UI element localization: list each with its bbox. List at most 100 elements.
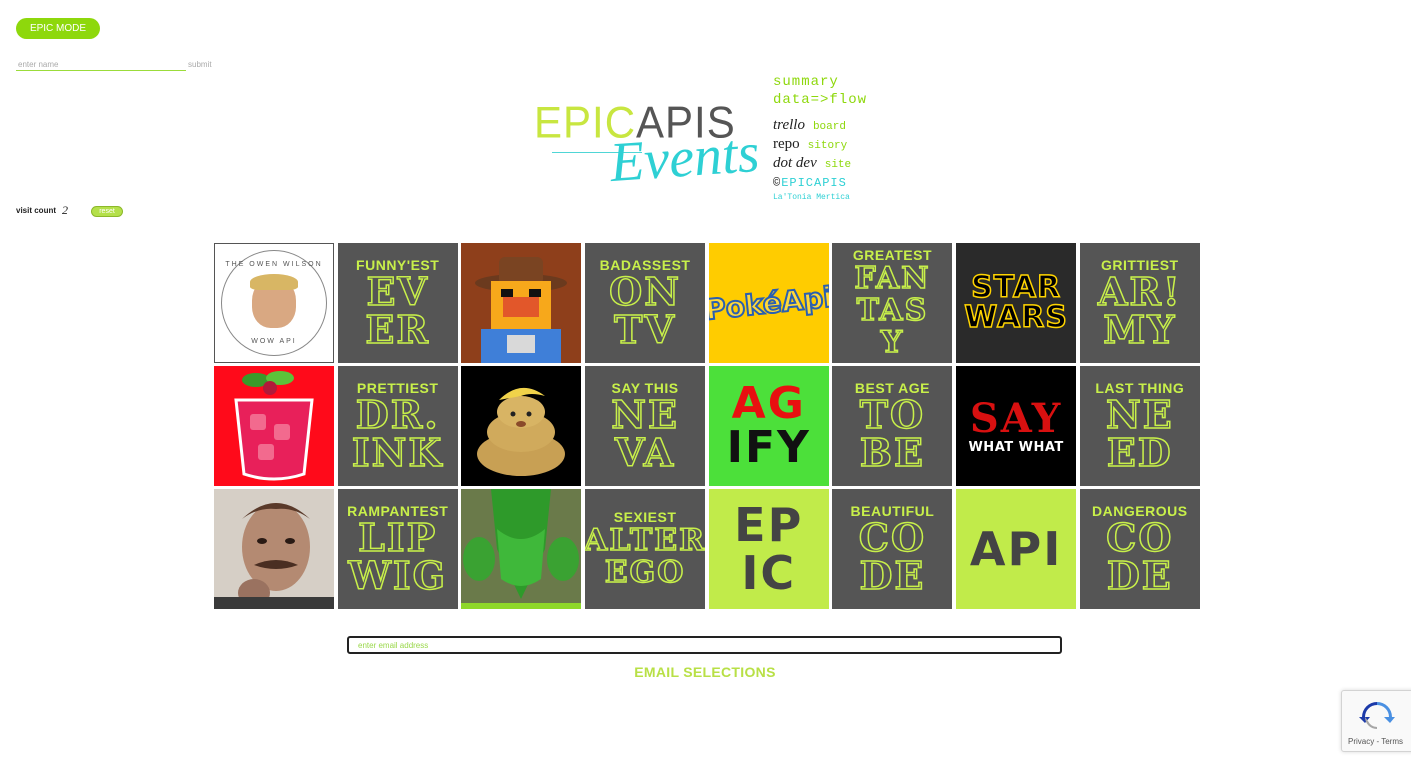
tile-funniest-ever[interactable]: FUNNY'EST EV ER [337,243,458,363]
tile-say-what-what[interactable]: SAY WHAT WHAT [956,366,1077,486]
visit-count: visit count 2 [16,203,68,218]
api-tile-grid: THE OWEN WILSON WOW API FUNNY'EST EV ER … [214,243,1200,609]
wilson-badge: THE OWEN WILSON WOW API [221,250,327,356]
tile-line1: TO [859,392,926,437]
epic-line1: EP [734,498,804,552]
copyright-symbol: © [773,176,782,190]
wilson-ring-bottom: WOW API [251,338,297,345]
tile-line2: VA [614,430,676,475]
tile-line1: LIP [357,515,438,560]
tile-line2: EGO [604,555,686,590]
tile-line2: TV [613,307,676,352]
tile-api[interactable]: API [956,489,1077,609]
api-label: API [969,522,1063,576]
tile-badassest-on-tv[interactable]: BADASSEST ON TV [585,243,706,363]
tile-line2: ED [1106,430,1173,475]
hulk-shirt-rip-icon [461,489,582,609]
recaptcha-icon [1359,702,1395,729]
name-input[interactable] [16,58,186,71]
trello-link[interactable]: trello board [773,117,867,134]
trello-label: trello [773,117,805,133]
tile-line2: DE [859,553,926,598]
mustache-man-photo-icon [214,489,334,609]
author-link[interactable]: La'Tonia Mertica [773,193,867,202]
tile-line2: TAS [856,293,929,328]
tile-mustache-portrait[interactable] [214,489,334,609]
visit-count-value: 2 [62,203,69,217]
dataflow-link[interactable]: data=>flow [773,91,867,109]
logo-events: Events [608,121,762,195]
recaptcha-privacy-link[interactable]: Privacy [1348,737,1374,746]
tile-line2: DE [1106,553,1173,598]
star-wars-line1: STAR [970,270,1062,305]
cocktail-glass-icon [234,371,314,481]
say-line1: SAY [969,394,1063,442]
tile-drink[interactable] [214,366,334,486]
submit-link[interactable]: submit [188,60,212,69]
dot-dev-link[interactable]: dot dev site [773,155,867,172]
tile-line1: NE [1105,392,1174,437]
say-line2: WHAT WHAT [968,439,1064,455]
tile-line2: MY [1102,307,1177,352]
email-input[interactable] [347,636,1062,654]
tile-line3: Y [880,325,905,360]
tile-agify[interactable]: AG IFY [708,366,829,486]
agify-line1: AG [731,378,806,429]
tile-last-thing-need[interactable]: LAST THING NE ED [1079,366,1200,486]
tile-greatest-fantasy[interactable]: GREATEST FAN TAS Y [832,243,953,363]
copyright-brand: EPICAPIS [781,176,847,190]
tile-rampantest-lip-wig[interactable]: RAMPANTEST LIP WIG [337,489,458,609]
site-label: site [824,159,852,171]
epic-apis-events-logo: EPICAPIS Events [532,98,761,195]
tile-hulk[interactable] [461,489,582,609]
tile-best-age-to-be[interactable]: BEST AGE TO BE [832,366,953,486]
tile-star-wars[interactable]: STAR WARS [956,243,1077,363]
epic-line2: IC [741,546,797,600]
tile-owen-wilson[interactable]: THE OWEN WILSON WOW API [214,243,334,363]
summary-link[interactable]: summary [773,73,867,91]
tile-line1: CO [858,515,927,560]
tile-line1: ON [608,269,681,314]
tile-grittiest-army[interactable]: GRITTIEST AR! MY [1079,243,1200,363]
tile-line1: AR! [1097,269,1182,314]
copyright: ©EPICAPIS [773,176,867,190]
tile-trump-poop[interactable] [461,366,582,486]
tile-line1: NE [610,392,679,437]
epic-mode-button[interactable]: EPIC MODE [16,18,100,39]
tile-dangerous-code[interactable]: DANGEROUS CO DE [1079,489,1200,609]
tile-line2: BE [859,430,925,475]
info-links: summary data=>flow trello board repo sit… [773,73,867,202]
email-selections-button[interactable]: EMAIL SELECTIONS [600,663,810,681]
tile-line1: EV [366,269,429,314]
tile-line1: CO [1105,515,1174,560]
cowboy-robot-icon [475,257,568,363]
tile-beautiful-code[interactable]: BEAUTIFUL CO DE [832,489,953,609]
recaptcha-terms-link[interactable]: Terms [1381,737,1403,746]
pokeapi-logo: PokéApi [708,279,829,327]
recaptcha-terms: Privacy - Terms [1348,737,1403,746]
star-wars-line2: WARS [964,300,1068,335]
tile-line2: INK [351,430,444,475]
tile-cowboy[interactable] [461,243,582,363]
tile-say-this-neva[interactable]: SAY THIS NE VA [585,366,706,486]
tile-line2: ER [365,307,430,352]
visit-count-label: visit count [16,206,57,215]
tile-pokeapi[interactable]: PokéApi [708,243,829,363]
dot-dev-label: dot dev [773,155,817,171]
repo-link[interactable]: repo sitory [773,136,867,153]
tile-line1: FAN [854,261,931,296]
tile-sexiest-alter-ego[interactable]: SEXIEST ALTER EGO [585,489,706,609]
tile-line2: WIG [347,553,448,598]
repo-label: repo [773,136,800,152]
tile-prettiest-drink[interactable]: PRETTIEST DR. INK [337,366,458,486]
recaptcha-separator: - [1376,737,1380,746]
sitory-label: sitory [807,140,848,152]
tile-line1: ALTER [585,523,706,558]
tile-line1: DR. [355,392,440,437]
board-label: board [812,121,846,133]
owen-wilson-face-icon [250,274,298,328]
recaptcha-badge[interactable]: Privacy - Terms [1341,690,1411,752]
tile-epic[interactable]: EP IC [708,489,829,609]
reset-button[interactable]: reset [91,206,123,217]
agify-line2: IFY [726,422,811,473]
